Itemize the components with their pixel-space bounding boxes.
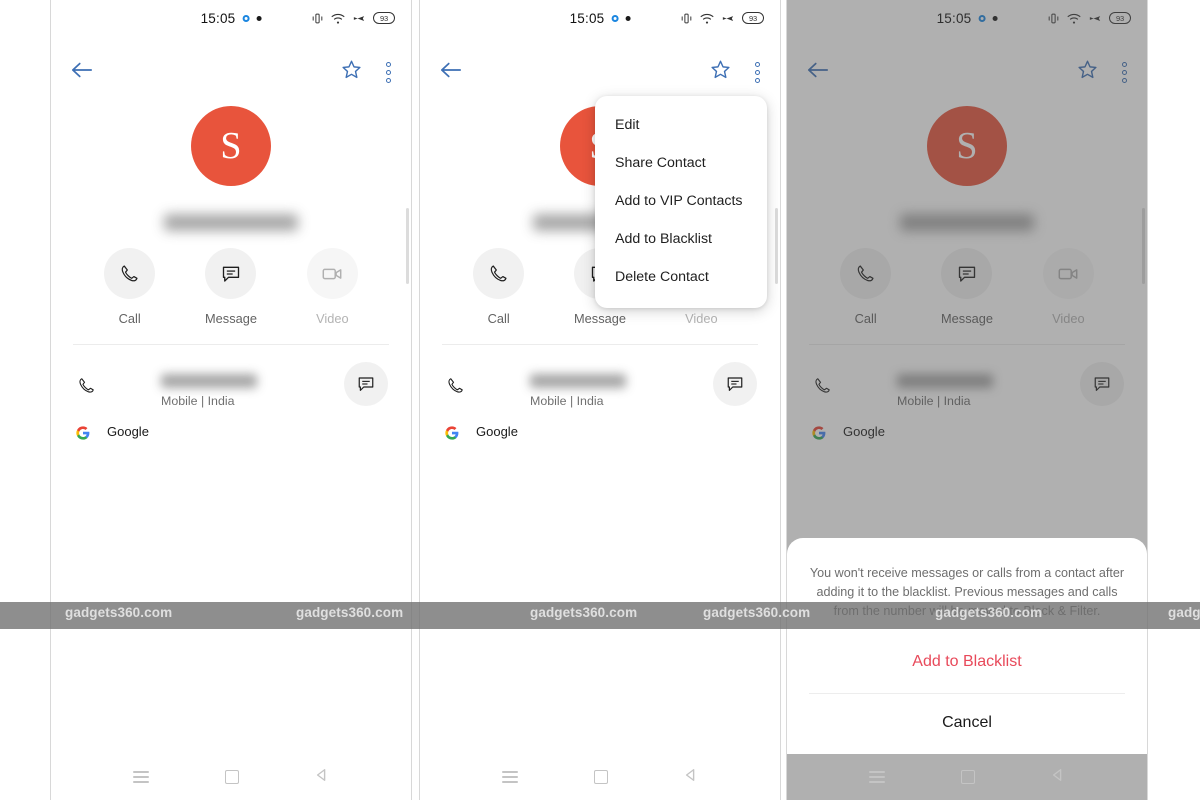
quick-action-label: Video xyxy=(316,311,349,326)
airplane-mode-icon xyxy=(722,15,734,21)
google-g-icon xyxy=(444,425,460,446)
phone-number-redacted xyxy=(161,374,257,388)
star-outline-icon[interactable] xyxy=(341,59,362,85)
quick-action-label: Message xyxy=(205,311,257,326)
home-square-icon[interactable] xyxy=(961,770,975,784)
watermark-text: gadgets360.com xyxy=(530,605,638,620)
menu-icon[interactable] xyxy=(502,771,518,783)
menu-item-delete-contact[interactable]: Delete Contact xyxy=(595,258,767,296)
quick-actions: Call Message Video xyxy=(51,248,411,326)
menu-item-add-to-blacklist[interactable]: Add to Blacklist xyxy=(595,220,767,258)
watermark-text: gadgets360.com xyxy=(935,605,1043,620)
wifi-icon xyxy=(700,13,714,24)
blue-ring-dot-icon xyxy=(611,14,619,22)
battery-icon: 93 xyxy=(742,12,764,24)
action-bar-right xyxy=(710,59,760,85)
blacklist-confirm-sheet: You won't receive messages or calls from… xyxy=(787,538,1147,754)
contact-header: S xyxy=(51,106,411,231)
battery-icon: 93 xyxy=(373,12,395,24)
menu-item-add-to-vip-contacts[interactable]: Add to VIP Contacts xyxy=(595,182,767,220)
account-row: Google xyxy=(51,424,411,446)
status-bar-clock: 15:05 xyxy=(569,10,605,26)
quick-action-call[interactable]: Call xyxy=(87,248,173,326)
star-outline-icon[interactable] xyxy=(710,59,731,85)
vibrate-icon xyxy=(681,13,692,23)
back-arrow-icon[interactable] xyxy=(440,61,462,84)
account-label: Google xyxy=(476,424,518,439)
message-icon xyxy=(205,248,257,299)
phone-number-row[interactable]: Mobile | India xyxy=(51,362,411,416)
screenshot-stage: 15:05 93 S Call Message Video Mobile | I… xyxy=(0,0,1200,800)
three-dot-menu-icon[interactable] xyxy=(755,61,760,83)
action-bar-right xyxy=(341,59,391,85)
watermark-text: gadgets360.com xyxy=(65,605,173,620)
phone-number-redacted xyxy=(530,374,626,388)
section-divider xyxy=(73,344,389,345)
quick-action-label: Message xyxy=(574,311,626,326)
phone-icon xyxy=(473,248,525,299)
phone-icon xyxy=(446,376,465,400)
airplane-mode-icon xyxy=(353,15,365,21)
status-bar-icons: 93 xyxy=(680,12,764,25)
system-nav-bar xyxy=(51,754,411,800)
overflow-menu-popup: Edit Share Contact Add to VIP Contacts A… xyxy=(595,96,767,308)
watermark-text: gadgets360.com xyxy=(296,605,404,620)
quick-action-label: Call xyxy=(487,311,510,326)
action-bar xyxy=(420,50,780,94)
status-bar-icons: 93 xyxy=(311,12,395,25)
status-bar: 15:05 93 xyxy=(51,0,411,36)
phone-screen-contact-detail: 15:05 93 S Call Message Video Mobile | I… xyxy=(50,0,412,800)
action-bar xyxy=(51,50,411,94)
status-bar-center: 15:05 xyxy=(570,11,631,26)
back-triangle-icon[interactable] xyxy=(684,768,698,787)
back-triangle-icon[interactable] xyxy=(315,768,329,787)
back-arrow-icon[interactable] xyxy=(71,61,93,84)
status-bar-clock: 15:05 xyxy=(200,10,236,26)
phone-icon xyxy=(77,376,96,400)
status-bar-center: 15:05 xyxy=(201,11,262,26)
status-bar: 15:05 93 xyxy=(420,0,780,36)
send-message-button[interactable] xyxy=(713,362,757,406)
menu-icon[interactable] xyxy=(869,771,885,783)
system-nav-bar xyxy=(420,754,780,800)
three-dot-menu-icon[interactable] xyxy=(386,61,391,83)
contact-name-redacted xyxy=(164,214,298,231)
send-message-button[interactable] xyxy=(344,362,388,406)
cancel-button[interactable]: Cancel xyxy=(787,694,1147,754)
quick-action-label: Video xyxy=(685,311,718,326)
scrollbar-indicator[interactable] xyxy=(775,208,778,284)
video-camera-icon xyxy=(306,248,358,299)
phone-number-row[interactable]: Mobile | India xyxy=(420,362,780,416)
wifi-icon xyxy=(331,13,345,24)
menu-item-edit[interactable]: Edit xyxy=(595,106,767,144)
account-label: Google xyxy=(107,424,149,439)
menu-item-share-contact[interactable]: Share Contact xyxy=(595,144,767,182)
phone-number-subtitle: Mobile | India xyxy=(530,394,604,408)
section-divider xyxy=(442,344,758,345)
add-to-blacklist-button[interactable]: Add to Blacklist xyxy=(787,643,1147,693)
phone-screen-blacklist-confirm: 15:05 93 S Call Message Video Mobile | I… xyxy=(786,0,1148,800)
watermark-text: gadgets360.com xyxy=(703,605,811,620)
quick-action-message[interactable]: Message xyxy=(188,248,274,326)
quick-action-call[interactable]: Call xyxy=(456,248,542,326)
quick-action-label: Call xyxy=(118,311,141,326)
phone-icon xyxy=(104,248,156,299)
watermark-text: gadgets360.com xyxy=(1168,605,1200,620)
account-row: Google xyxy=(420,424,780,446)
phone-screen-overflow-menu: 15:05 93 Call Message Video Mobile | Ind… xyxy=(419,0,781,800)
quick-action-video: Video xyxy=(289,248,375,326)
scrollbar-indicator[interactable] xyxy=(406,208,409,284)
black-dot-icon xyxy=(256,15,262,21)
menu-icon[interactable] xyxy=(133,771,149,783)
phone-number-subtitle: Mobile | India xyxy=(161,394,235,408)
blue-ring-dot-icon xyxy=(242,14,250,22)
system-nav-bar xyxy=(787,754,1147,800)
google-g-icon xyxy=(75,425,91,446)
avatar: S xyxy=(191,106,271,186)
home-square-icon[interactable] xyxy=(225,770,239,784)
home-square-icon[interactable] xyxy=(594,770,608,784)
vibrate-icon xyxy=(312,13,323,23)
black-dot-icon xyxy=(625,15,631,21)
back-triangle-icon[interactable] xyxy=(1051,768,1065,787)
